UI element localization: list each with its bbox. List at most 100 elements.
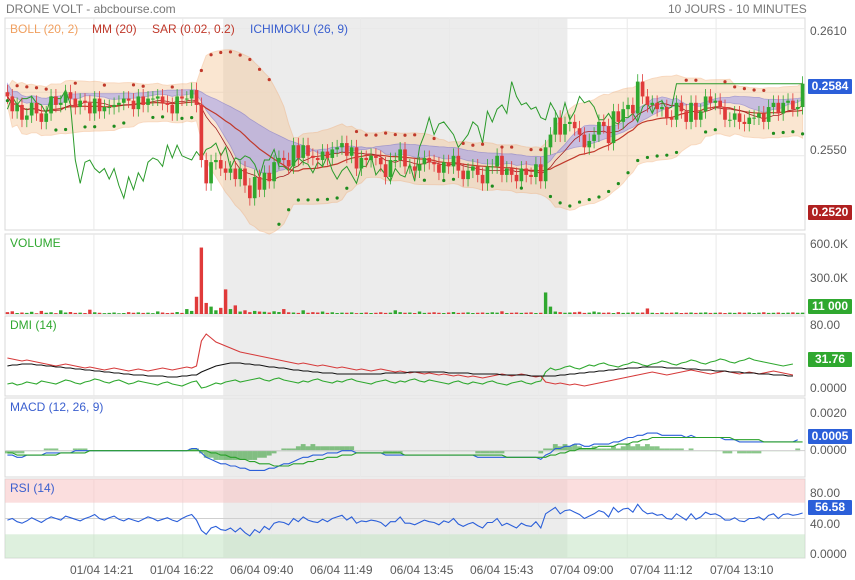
macd-session-shade [223,398,568,477]
volume-bar [432,312,436,314]
sar-dot [160,115,165,119]
volume-bar [306,312,310,314]
legend-mm[interactable]: MM (20) [92,22,137,36]
sar-dot [626,171,630,175]
volume-bar [573,312,577,314]
candle-body [601,121,606,127]
candle-body [112,104,116,108]
macd-histogram-bar [261,450,267,458]
legend-boll[interactable]: BOLL (20, 2) [10,22,78,36]
candle-body [286,160,291,167]
candle-body [752,117,756,119]
sar-dot [636,158,640,163]
candle-body [344,143,349,156]
volume-bar [180,312,184,314]
macd-histogram-bar [625,444,631,452]
candle-body [616,111,621,122]
candle-body [73,98,78,108]
volume-bar [723,313,727,314]
volume-bar [117,313,121,314]
candle-body [335,147,339,150]
sar-dot [771,131,776,135]
volume-bar [379,312,383,314]
candle-body [218,160,223,169]
sar-dot [723,80,727,84]
sar-dot [781,130,785,135]
sar-dot [5,99,10,103]
volume-session-shade [223,234,568,314]
legend-sar[interactable]: SAR (0.02, 0.2) [152,22,235,36]
sar-dot [122,121,126,125]
candle-body [233,168,238,180]
candle-body [757,113,761,118]
volume-bar [20,312,24,314]
volume-bar [316,312,320,314]
candle-body [553,117,558,135]
candle-body [175,96,179,114]
candle-body [238,168,242,180]
volume-bar [442,313,446,314]
volume-bar [529,312,533,314]
candle-body [189,90,194,99]
dmi-tag: 31.76 [808,352,852,367]
volume-bar [417,311,422,314]
candle-body [54,96,58,105]
rsi-tag: 56.58 [808,500,852,515]
sar-dot [432,136,436,141]
macd-ytick-0: 0.0020 [810,406,847,420]
volume-bar [369,313,373,314]
macd-tag: 0.0005 [808,429,852,444]
legend-ichimoku[interactable]: ICHIMOKU (26, 9) [250,22,348,36]
sar-dot [510,145,514,149]
sar-dot [384,131,388,135]
sar-dot [500,145,504,149]
volume-bar [796,312,800,314]
sar-dot [607,189,611,194]
candle-body [243,168,247,186]
candle-body [102,107,107,112]
volume-bar [645,308,650,314]
volume-bar [626,312,630,314]
candle-body [349,147,354,156]
xtick-4: 06/04 13:45 [390,563,454,577]
candle-body [364,157,369,161]
volume-bar [354,313,359,314]
volume-bar [59,310,63,314]
sar-dot [403,133,407,137]
volume-bar [223,289,228,314]
candle-body [689,102,693,122]
sar-dot [655,154,659,158]
volume-tag: 11 000 [808,299,852,314]
sar-dot [704,130,708,134]
volume-bar [291,312,296,314]
candle-body [320,151,325,161]
candle-body [776,102,781,114]
candle-body [267,172,272,182]
candle-body [635,81,640,114]
sar-dot [694,78,698,82]
volume-bar [674,312,679,314]
volume-bar [141,312,145,314]
candle-body [393,160,398,162]
candle-body [180,96,184,99]
volume-bar [253,310,257,314]
dmi-session-shade [223,316,568,396]
candle-body [398,149,402,161]
candle-body [732,113,737,120]
candle-body [471,166,475,171]
dmi-ytick-1: 0.0000 [810,381,847,395]
candle-body [325,151,330,158]
candle-body [742,121,747,124]
candle-body [29,102,34,116]
volume-bar [73,312,77,314]
candle-body [315,157,320,161]
sar-dot [422,178,426,182]
candle-body [723,107,727,120]
candle-body [495,155,499,167]
volume-bar [122,313,126,314]
macd-panel-title: MACD (12, 26, 9) [10,400,104,414]
volume-bar [621,312,625,314]
sar-dot [665,153,669,157]
candle-body [204,160,209,184]
candle-body [214,160,218,163]
